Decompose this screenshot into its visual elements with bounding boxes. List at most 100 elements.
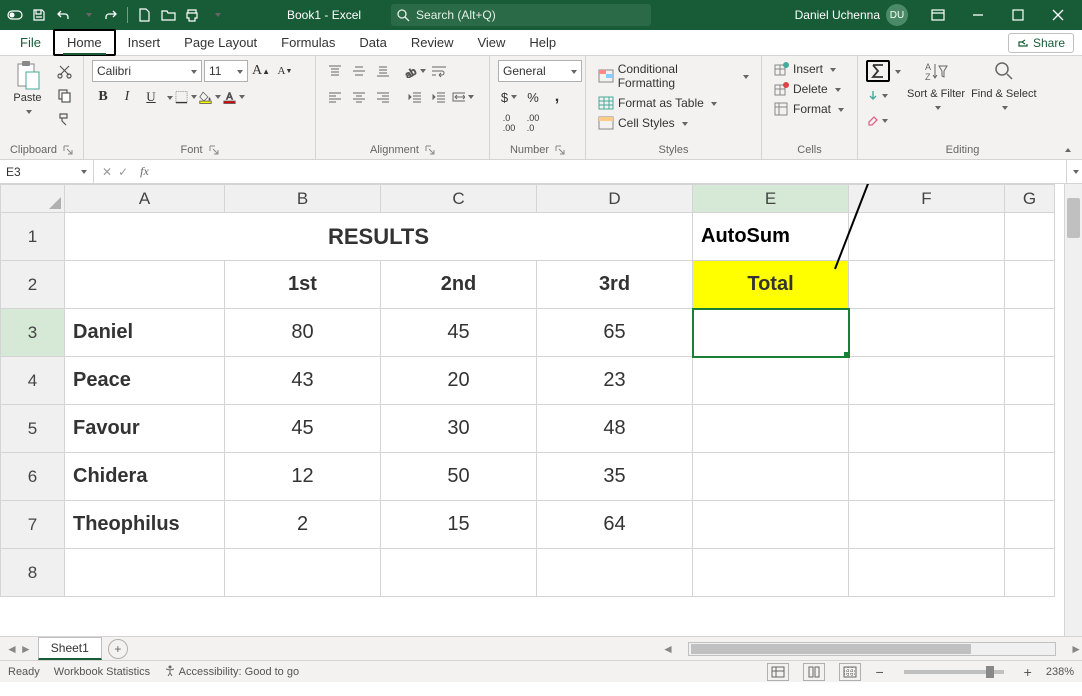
cell-a2[interactable]	[65, 261, 225, 309]
cell-b5[interactable]: 45	[225, 405, 381, 453]
cell-c4[interactable]: 20	[381, 357, 537, 405]
align-top-icon[interactable]	[324, 60, 346, 82]
zoom-level[interactable]: 238%	[1046, 666, 1074, 678]
sheet-tab-sheet1[interactable]: Sheet1	[38, 637, 102, 660]
cell-d2[interactable]: 3rd	[537, 261, 693, 309]
cell-b6[interactable]: 12	[225, 453, 381, 501]
currency-icon[interactable]: $	[498, 86, 520, 108]
cell-e3[interactable]	[693, 309, 849, 357]
cell-f5[interactable]	[849, 405, 1005, 453]
cell-d5[interactable]: 48	[537, 405, 693, 453]
delete-cells-button[interactable]: Delete	[770, 80, 848, 98]
page-layout-view-icon[interactable]	[803, 663, 825, 681]
vertical-scrollbar[interactable]	[1064, 184, 1082, 636]
copy-icon[interactable]	[53, 84, 75, 106]
decrease-font-icon[interactable]: A▼	[274, 60, 296, 82]
cell-f2[interactable]	[849, 261, 1005, 309]
cell-c8[interactable]	[381, 549, 537, 597]
increase-font-icon[interactable]: A▲	[250, 60, 272, 82]
enter-formula-icon[interactable]: ✓	[118, 165, 128, 179]
new-file-icon[interactable]	[133, 4, 155, 26]
wrap-text-icon[interactable]	[428, 60, 450, 82]
tab-home[interactable]: Home	[53, 29, 116, 56]
font-color-icon[interactable]: A	[223, 86, 245, 108]
cell-f7[interactable]	[849, 501, 1005, 549]
format-painter-icon[interactable]	[53, 108, 75, 130]
cell-b4[interactable]: 43	[225, 357, 381, 405]
tab-insert[interactable]: Insert	[116, 31, 173, 54]
normal-view-icon[interactable]	[767, 663, 789, 681]
zoom-slider[interactable]	[904, 670, 1004, 674]
cell-g1[interactable]	[1005, 213, 1055, 261]
decrease-indent-icon[interactable]	[404, 86, 426, 108]
share-button[interactable]: Share	[1008, 33, 1074, 53]
align-bottom-icon[interactable]	[372, 60, 394, 82]
maximize-icon[interactable]	[998, 0, 1038, 30]
row-header-5[interactable]: 5	[1, 405, 65, 453]
workbook-statistics[interactable]: Workbook Statistics	[54, 666, 150, 678]
cell-b8[interactable]	[225, 549, 381, 597]
row-header-4[interactable]: 4	[1, 357, 65, 405]
hscroll-left-icon[interactable]: ◄	[662, 642, 674, 656]
cell-d8[interactable]	[537, 549, 693, 597]
cell-e5[interactable]	[693, 405, 849, 453]
cell-e2[interactable]: Total	[693, 261, 849, 309]
expand-formula-bar[interactable]	[1066, 160, 1082, 183]
cell-d6[interactable]: 35	[537, 453, 693, 501]
quick-print-icon[interactable]	[181, 4, 203, 26]
col-header-b[interactable]: B	[225, 185, 381, 213]
cell-e8[interactable]	[693, 549, 849, 597]
fx-icon[interactable]: fx	[136, 164, 153, 179]
collapse-ribbon-icon[interactable]	[1065, 144, 1074, 156]
cell-styles-button[interactable]: Cell Styles	[594, 114, 753, 132]
clear-icon[interactable]	[866, 110, 888, 132]
tab-review[interactable]: Review	[399, 31, 466, 54]
name-box[interactable]: E3	[0, 160, 94, 183]
align-left-icon[interactable]	[324, 86, 346, 108]
font-size-combo[interactable]: 11	[204, 60, 248, 82]
undo-more[interactable]	[76, 4, 98, 26]
font-name-combo[interactable]: Calibri	[92, 60, 202, 82]
tab-formulas[interactable]: Formulas	[269, 31, 347, 54]
tab-page-layout[interactable]: Page Layout	[172, 31, 269, 54]
cell-g8[interactable]	[1005, 549, 1055, 597]
merge-center-icon[interactable]	[452, 86, 474, 108]
cell-g5[interactable]	[1005, 405, 1055, 453]
underline-button[interactable]: U	[140, 86, 162, 108]
cell-c5[interactable]: 30	[381, 405, 537, 453]
formula-input[interactable]	[153, 160, 1066, 183]
align-center-icon[interactable]	[348, 86, 370, 108]
tab-data[interactable]: Data	[347, 31, 398, 54]
col-header-f[interactable]: F	[849, 185, 1005, 213]
tab-file[interactable]: File	[8, 31, 53, 54]
align-middle-icon[interactable]	[348, 60, 370, 82]
cell-a1-d1[interactable]: RESULTS	[65, 213, 693, 261]
open-file-icon[interactable]	[157, 4, 179, 26]
clipboard-launcher-icon[interactable]	[63, 145, 73, 155]
row-header-1[interactable]: 1	[1, 213, 65, 261]
decrease-decimal-icon[interactable]: .00.0	[522, 112, 544, 134]
cell-c2[interactable]: 2nd	[381, 261, 537, 309]
cell-b3[interactable]: 80	[225, 309, 381, 357]
cell-e1[interactable]: AutoSum	[693, 213, 849, 261]
orientation-icon[interactable]: ab	[404, 60, 426, 82]
cell-a6[interactable]: Chidera	[65, 453, 225, 501]
cell-e6[interactable]	[693, 453, 849, 501]
cell-f6[interactable]	[849, 453, 1005, 501]
col-header-c[interactable]: C	[381, 185, 537, 213]
redo-icon[interactable]	[100, 4, 122, 26]
borders-icon[interactable]	[175, 86, 197, 108]
cell-g4[interactable]	[1005, 357, 1055, 405]
cell-f3[interactable]	[849, 309, 1005, 357]
cell-b2[interactable]: 1st	[225, 261, 381, 309]
cell-g7[interactable]	[1005, 501, 1055, 549]
number-launcher-icon[interactable]	[555, 145, 565, 155]
paste-button[interactable]: Paste	[8, 60, 47, 118]
tab-help[interactable]: Help	[517, 31, 568, 54]
percent-icon[interactable]: %	[522, 86, 544, 108]
cell-a8[interactable]	[65, 549, 225, 597]
accessibility-status[interactable]: Accessibility: Good to go	[164, 665, 299, 678]
cell-c7[interactable]: 15	[381, 501, 537, 549]
cell-a7[interactable]: Theophilus	[65, 501, 225, 549]
insert-cells-button[interactable]: Insert	[770, 60, 848, 78]
